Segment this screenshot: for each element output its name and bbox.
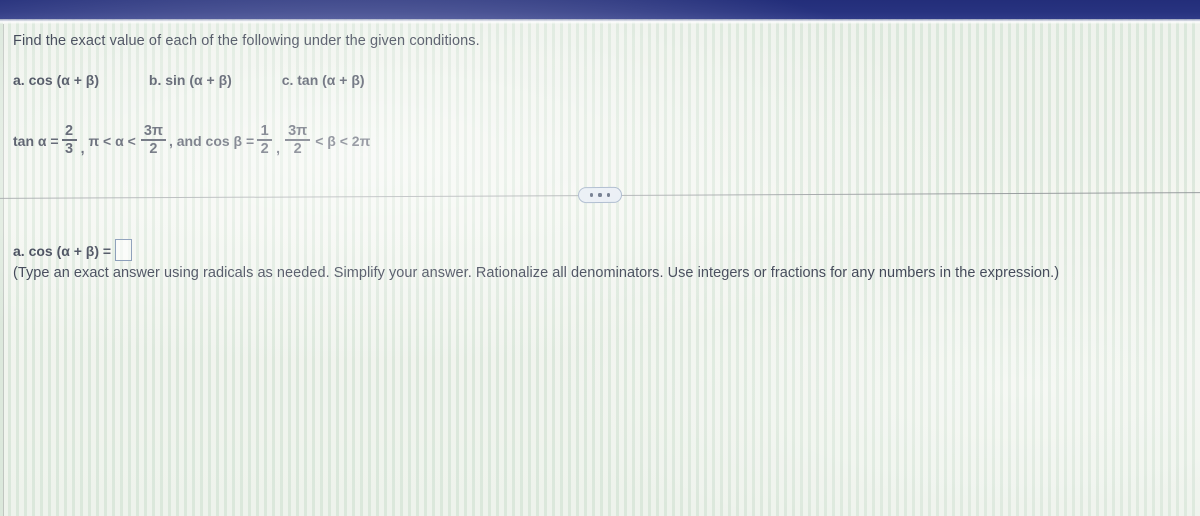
top-bar-highlight xyxy=(0,19,1200,24)
alpha-range-left: π < α < xyxy=(88,132,136,149)
fraction-numerator: 3π xyxy=(143,123,163,139)
fraction-denominator: 3 xyxy=(65,140,74,157)
problem-part-b: b. sin (α + β) xyxy=(148,72,232,88)
fraction-three-pi-over-two-beta: 3π 2 xyxy=(285,123,311,157)
problem-prompt: Find the exact value of each of the foll… xyxy=(13,33,480,49)
section-divider xyxy=(0,183,1200,209)
ellipsis-dot-icon xyxy=(606,193,610,197)
answer-row: a. cos (α + β) = xyxy=(13,239,133,262)
fraction-three-pi-over-two-alpha: 3π 2 xyxy=(140,123,166,157)
given-conditions: tan α = 2 3 , π < α < 3π 2 , and cos β =… xyxy=(13,123,372,158)
ellipsis-dot-icon xyxy=(590,193,594,197)
more-options-button[interactable] xyxy=(577,186,623,204)
tan-alpha-label: tan α = xyxy=(13,132,59,149)
conditions-comma-1: , xyxy=(80,139,85,156)
answer-input[interactable] xyxy=(115,239,133,261)
fraction-numerator: 1 xyxy=(260,123,269,139)
problem-part-c: c. tan (α + β) xyxy=(281,72,365,88)
fraction-numerator: 3π xyxy=(288,123,308,139)
conditions-comma-2: , xyxy=(276,139,281,156)
app-top-bar xyxy=(0,0,1200,19)
problem-part-a: a. cos (α + β) xyxy=(13,72,100,88)
problem-page: Find the exact value of each of the foll… xyxy=(0,0,1200,516)
left-edge-rule xyxy=(3,24,4,516)
answer-label: a. cos (α + β) = xyxy=(13,243,112,259)
fraction-one-half: 1 2 xyxy=(257,123,273,157)
fraction-numerator: 2 xyxy=(65,123,74,139)
fraction-denominator: 2 xyxy=(149,140,158,157)
ellipsis-dot-icon xyxy=(598,193,602,197)
conditions-connector: , and cos β = xyxy=(168,132,255,149)
problem-parts-row: a. cos (α + β) b. sin (α + β) c. tan (α … xyxy=(13,72,365,88)
fraction-denominator: 2 xyxy=(260,140,269,157)
answer-instructions: (Type an exact answer using radicals as … xyxy=(13,265,1060,281)
beta-range-right: < β < 2π xyxy=(315,132,371,149)
fraction-denominator: 2 xyxy=(293,140,302,157)
fraction-two-thirds: 2 3 xyxy=(61,123,77,157)
